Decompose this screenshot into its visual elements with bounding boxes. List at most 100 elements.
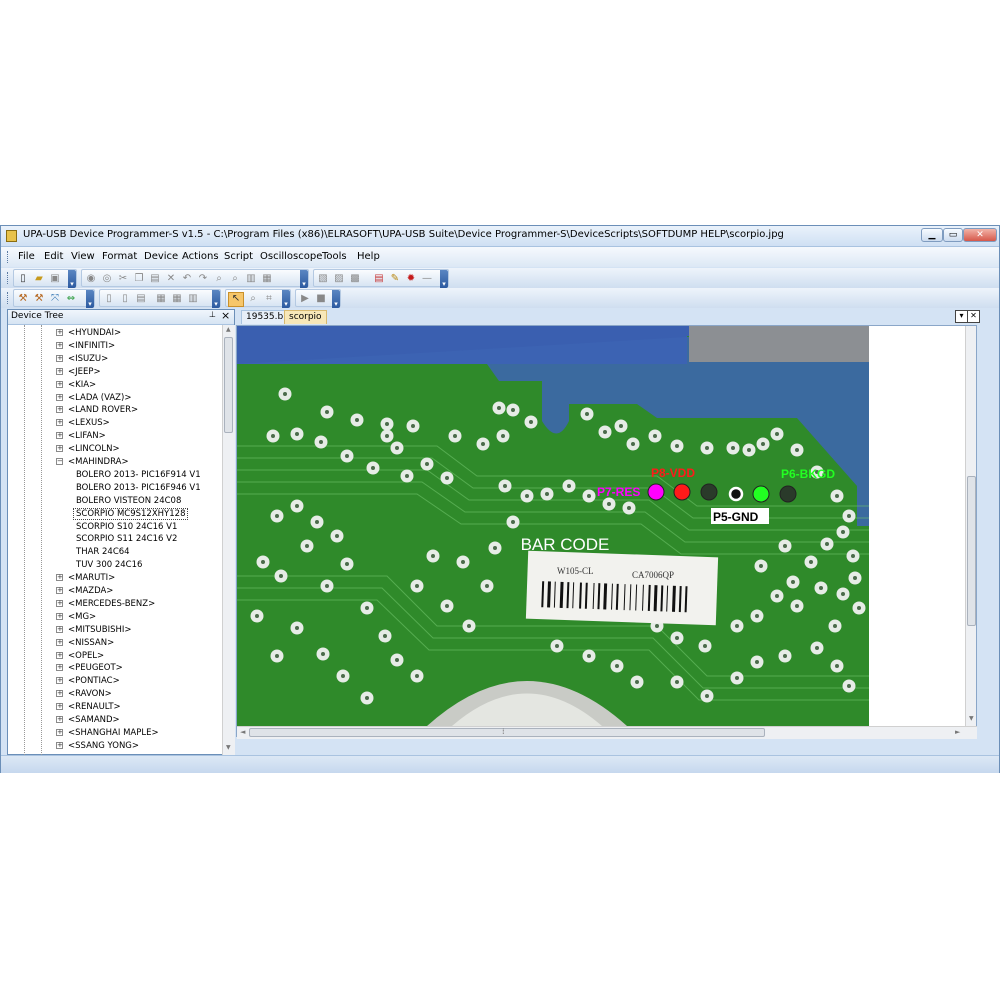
script-icon[interactable]: ▤ [373,273,385,284]
table-icon[interactable]: ▥ [187,293,199,304]
menu-file[interactable]: File [18,251,35,262]
scroll-down-icon[interactable]: ▼ [969,715,974,722]
zoom-icon[interactable]: ⌕ [247,293,259,304]
expand-icon[interactable]: + [56,625,63,633]
expand-icon[interactable]: + [56,651,63,659]
wand-icon[interactable]: ⚒ [17,293,29,304]
tree-item[interactable]: BOLERO VISTEON 24C08 [76,495,181,508]
toolbar-chevron[interactable]: ▾ [86,290,94,308]
checksum-icon[interactable]: ▦ [261,273,273,284]
menubar-grip[interactable] [7,251,11,263]
toolbar-grip[interactable] [7,272,11,284]
tree-item[interactable]: SCORPIO S10 24C16 V1 [76,521,177,534]
tree-item[interactable]: THAR 24C64 [76,546,130,559]
expand-icon[interactable]: + [56,690,63,698]
viewer-vscroll-thumb[interactable] [967,476,976,626]
copy-icon[interactable]: ❐ [133,273,145,284]
toolbar-chevron[interactable]: ▾ [68,270,76,288]
write-icon[interactable]: ▨ [333,273,345,284]
image-viewer[interactable]: BAR CODE W105-CL CA7006QP P7-RES P8-VDD … [236,325,977,737]
expand-icon[interactable]: + [56,432,63,440]
scroll-left-icon[interactable]: ◄ [240,728,245,736]
redo-icon[interactable]: ↷ [197,273,209,284]
tree-item[interactable]: SCORPIO MC9S12XHY128 [72,507,189,521]
toolbar-chevron[interactable]: ▾ [282,290,290,308]
play-icon[interactable]: ▶ [299,293,311,304]
scroll-right-icon[interactable]: ► [955,728,960,736]
tree-item[interactable]: TUV 300 24C16 [76,559,142,572]
collapse-icon[interactable]: − [56,458,63,465]
expand-icon[interactable]: + [56,741,63,749]
find-next-icon[interactable]: ⌕ [229,273,241,284]
scroll-thumb[interactable] [224,337,233,433]
pin-icon[interactable]: ⊥ [209,310,216,319]
tab-close-button[interactable]: ✕ [967,310,980,323]
tree-item[interactable]: BOLERO 2013- PIC16F914 V1 [76,469,201,482]
read-icon[interactable]: ▧ [317,273,329,284]
device-tree-scrollbar[interactable]: ▲ ▼ [222,325,235,755]
viewer-horizontal-scrollbar[interactable]: ◄ ⁞ ► [237,726,977,739]
expand-icon[interactable]: + [56,638,63,646]
expand-icon[interactable]: + [56,341,63,349]
expand-icon[interactable]: + [56,587,63,594]
expand-icon[interactable]: + [56,728,63,736]
fit-icon[interactable]: ⤧ [49,293,61,304]
menu-help[interactable]: Help [357,251,380,262]
grid-alt-icon[interactable]: ▦ [171,293,183,304]
stop-icon[interactable]: ■ [315,293,327,304]
arrows-icon[interactable]: ⇔ [65,293,77,304]
crop-icon[interactable]: ⌗ [263,293,275,304]
new-icon[interactable]: ▯ [17,273,29,284]
edit-script-icon[interactable]: ✎ [389,273,401,284]
print-icon[interactable]: ▥ [245,273,257,284]
expand-icon[interactable]: + [56,612,63,620]
expand-icon[interactable]: + [56,703,63,711]
scroll-down-icon[interactable]: ▼ [226,744,231,751]
menu-format[interactable]: Format [102,251,137,262]
disconnect-icon[interactable]: ◎ [101,273,113,284]
expand-icon[interactable]: + [56,574,63,582]
bug-icon[interactable]: ✹ [405,273,417,284]
cut-icon[interactable]: ✂ [117,273,129,284]
toolbar-chevron[interactable]: ▾ [212,290,220,308]
expand-icon[interactable]: + [56,406,63,414]
expand-icon[interactable]: + [56,354,63,362]
toolbar-chevron[interactable]: ▾ [332,290,340,308]
expand-icon[interactable]: + [56,380,63,388]
expand-icon[interactable]: + [56,393,63,401]
grid-icon[interactable]: ▦ [155,293,167,304]
cursor-icon[interactable]: ↖ [228,292,244,307]
wand-alt-icon[interactable]: ⚒ [33,293,45,304]
title-bar[interactable]: UPA-USB Device Programmer-S v1.5 - C:\Pr… [1,226,999,247]
tab-scorpio[interactable]: scorpio [284,310,327,324]
minimize-button[interactable]: ▁ [921,228,943,242]
scroll-up-icon[interactable]: ▲ [226,326,231,333]
delete-icon[interactable]: ✕ [165,273,177,284]
menu-actions[interactable]: Actions [182,251,219,262]
viewer-hscroll-thumb[interactable]: ⁞ [249,727,765,737]
page-alt-icon[interactable]: ▯ [119,293,131,304]
expand-icon[interactable]: + [56,329,63,336]
page-icon[interactable]: ▯ [103,293,115,304]
device-tree-close-button[interactable]: × [221,309,230,322]
save-icon[interactable]: ▣ [49,273,61,284]
toolbar-grip[interactable] [7,292,11,304]
connect-icon[interactable]: ◉ [85,273,97,284]
verify-icon[interactable]: ▩ [349,273,361,284]
menu-device[interactable]: Device [144,251,178,262]
menu-script[interactable]: Script [224,251,253,262]
undo-icon[interactable]: ↶ [181,273,193,284]
expand-icon[interactable]: + [56,599,63,607]
page-list-icon[interactable]: ▤ [135,293,147,304]
viewer-vertical-scrollbar[interactable]: ▼ [965,326,976,726]
toolbar-chevron[interactable]: ▾ [440,270,448,288]
expand-icon[interactable]: + [56,367,63,375]
toolbar-chevron[interactable]: ▾ [300,270,308,288]
tree-item[interactable]: BOLERO 2013- PIC16F946 V1 [76,482,201,495]
expand-icon[interactable]: + [56,716,63,723]
tree-item[interactable]: SCORPIO S11 24C16 V2 [76,533,177,546]
menu-tools[interactable]: Tools [322,251,347,262]
menu-view[interactable]: View [71,251,95,262]
open-icon[interactable]: ▰ [33,273,45,284]
expand-icon[interactable]: + [56,677,63,685]
